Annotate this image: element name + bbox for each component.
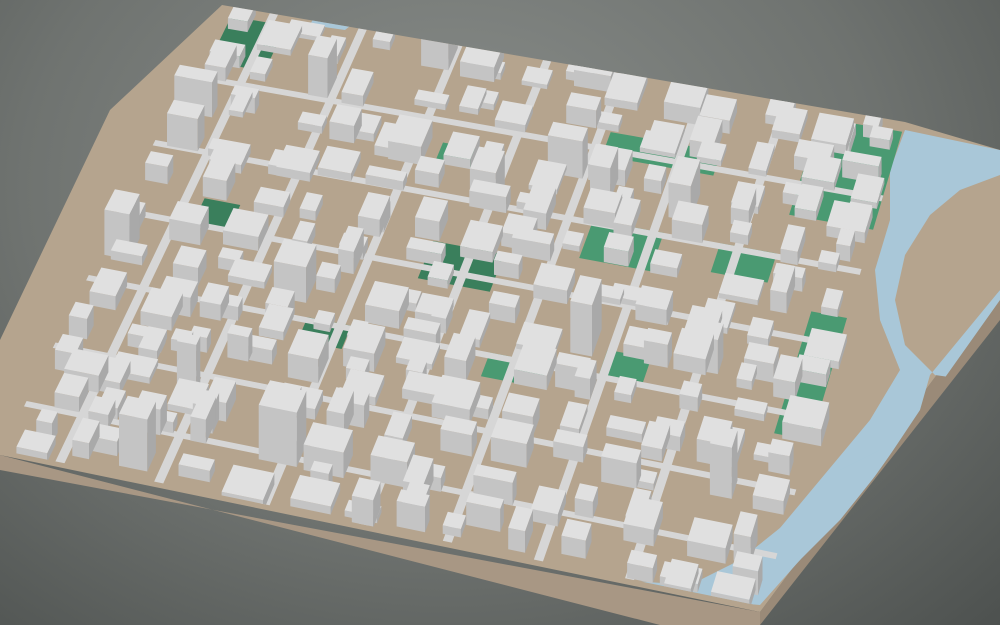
building-front-face xyxy=(258,404,297,467)
building xyxy=(414,155,445,188)
building-front-face xyxy=(119,413,148,472)
building-front-face xyxy=(570,301,592,357)
building xyxy=(818,249,840,273)
building xyxy=(566,92,602,129)
building-roof xyxy=(421,9,458,36)
building xyxy=(145,151,174,185)
building xyxy=(603,232,634,267)
building xyxy=(258,383,307,467)
building xyxy=(730,219,753,245)
building xyxy=(533,262,576,305)
building xyxy=(635,285,674,326)
building xyxy=(869,125,894,150)
building xyxy=(627,549,658,584)
building xyxy=(643,327,672,368)
building xyxy=(440,415,477,457)
building xyxy=(709,425,738,499)
building xyxy=(488,290,520,324)
building xyxy=(490,417,534,468)
building xyxy=(167,99,205,152)
city-model-canvas[interactable] xyxy=(0,0,1000,625)
building xyxy=(119,395,156,472)
building xyxy=(169,201,209,246)
building-front-face xyxy=(190,416,206,444)
building-front-face xyxy=(574,376,590,400)
building-front-face xyxy=(167,113,198,152)
building xyxy=(561,518,592,559)
building-front-face xyxy=(227,333,249,362)
building xyxy=(574,483,598,519)
building xyxy=(553,429,588,463)
building xyxy=(768,438,794,476)
building xyxy=(650,249,683,278)
building xyxy=(396,489,430,533)
building-front-face xyxy=(770,289,787,314)
building-front-face xyxy=(421,30,449,71)
building xyxy=(687,517,733,564)
building xyxy=(679,380,703,412)
building-front-face xyxy=(308,54,328,99)
building xyxy=(601,443,642,489)
building xyxy=(782,395,830,447)
building-front-face xyxy=(643,340,668,368)
building xyxy=(494,250,523,280)
building xyxy=(752,473,790,515)
building-front-face xyxy=(508,527,526,553)
building xyxy=(227,324,253,362)
building xyxy=(466,492,504,532)
building xyxy=(671,200,709,244)
map-viewport[interactable] xyxy=(0,0,1000,625)
building xyxy=(696,140,727,167)
building-front-face xyxy=(709,443,732,499)
